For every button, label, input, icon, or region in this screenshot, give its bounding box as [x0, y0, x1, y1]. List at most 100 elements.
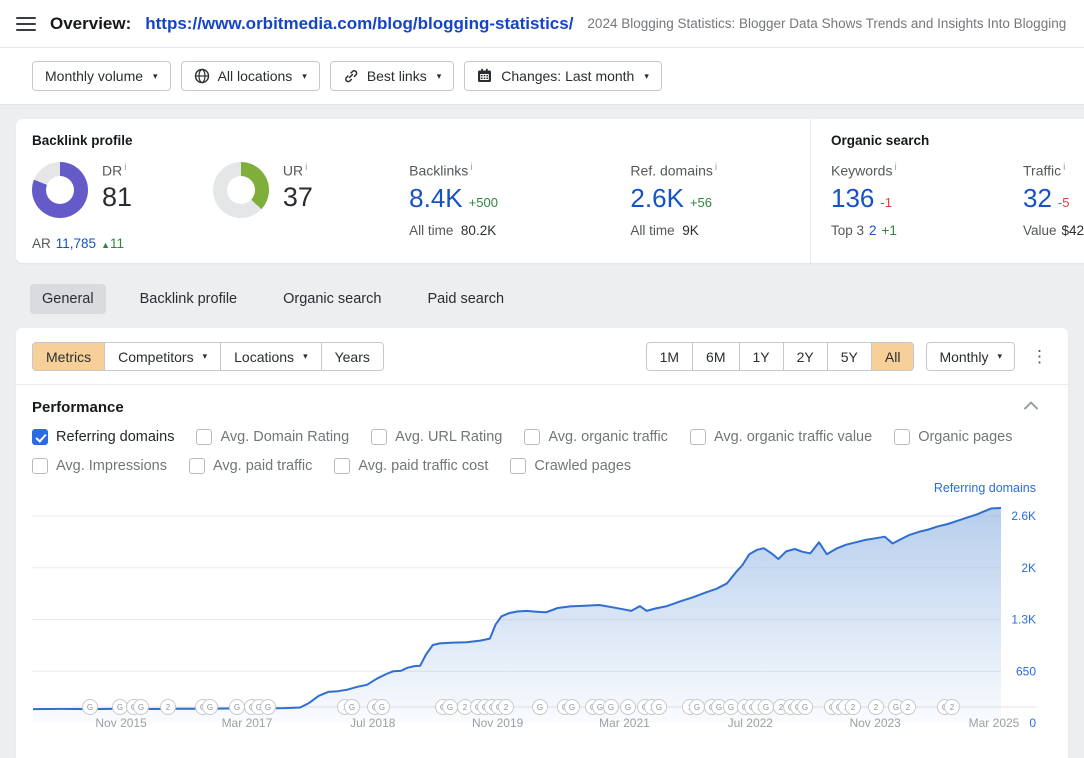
metric-checkbox-avg-paid-traffic-cost[interactable]: Avg. paid traffic cost: [334, 458, 488, 474]
info-icon[interactable]: i: [894, 162, 896, 173]
google-update-badge[interactable]: G: [261, 700, 276, 715]
info-icon[interactable]: i: [124, 162, 126, 173]
traffic-delta: -5: [1058, 195, 1070, 210]
google-update-badge[interactable]: G1G: [637, 700, 666, 715]
tab-backlink-profile[interactable]: Backlink profile: [128, 284, 250, 314]
google-update-badge[interactable]: G: [621, 700, 636, 715]
range-1m-button[interactable]: 1M: [646, 342, 693, 371]
google-update-badge[interactable]: G: [603, 700, 618, 715]
keywords-label: Keywords: [831, 163, 892, 179]
hamburger-menu-icon[interactable]: [16, 17, 36, 31]
dr-donut-chart: [32, 162, 88, 218]
monthly-volume-dropdown[interactable]: Monthly volume▾: [32, 61, 171, 91]
tab-general[interactable]: General: [30, 284, 106, 314]
top3-value[interactable]: 2: [869, 223, 877, 238]
google-update-badge[interactable]: GGG: [784, 700, 813, 715]
tab-paid-search[interactable]: Paid search: [415, 284, 516, 314]
range-5y-button[interactable]: 5Y: [827, 342, 872, 371]
metrics-button[interactable]: Metrics: [32, 342, 105, 371]
competitors-button[interactable]: Competitors▾: [104, 342, 221, 371]
metric-checkbox-avg-impressions[interactable]: Avg. Impressions: [32, 458, 167, 474]
google-update-badge[interactable]: 1G: [682, 700, 704, 715]
metric-checkbox-avg-organic-traffic-value[interactable]: Avg. organic traffic value: [690, 429, 872, 445]
performance-chart[interactable]: 06501.3K2K2.6KReferring domainsGGGG2GGGG…: [16, 483, 1068, 745]
best-links-dropdown[interactable]: Best links▾: [330, 61, 454, 91]
section-title: Organic search: [831, 133, 1084, 148]
google-update-badge[interactable]: GG: [126, 700, 148, 715]
google-update-badge[interactable]: G: [229, 700, 244, 715]
chevron-down-icon: ▾: [437, 71, 442, 82]
info-icon[interactable]: i: [715, 162, 717, 173]
info-icon[interactable]: i: [470, 162, 472, 173]
area-fill: [33, 508, 1001, 723]
section-title: Backlink profile: [32, 133, 794, 148]
google-update-badge[interactable]: G: [724, 700, 739, 715]
svg-text:G: G: [763, 703, 769, 712]
metric-checkbox-avg-url-rating[interactable]: Avg. URL Rating: [371, 429, 502, 445]
changes-last-month-dropdown[interactable]: Changes: Last month▾: [464, 61, 662, 91]
performance-title: Performance: [32, 399, 1052, 416]
range-1y-button[interactable]: 1Y: [739, 342, 784, 371]
all-locations-dropdown[interactable]: All locations▾: [181, 61, 320, 91]
checkbox-label: Crawled pages: [534, 458, 631, 474]
svg-text:2: 2: [906, 703, 911, 712]
checkbox-label: Avg. paid traffic cost: [358, 458, 488, 474]
metric-checkbox-avg-domain-rating[interactable]: Avg. Domain Rating: [196, 429, 349, 445]
google-update-badge[interactable]: GG: [436, 700, 458, 715]
range-2y-button[interactable]: 2Y: [783, 342, 828, 371]
ur-value: 37: [283, 182, 313, 213]
metric-checkbox-avg-organic-traffic[interactable]: Avg. organic traffic: [524, 429, 668, 445]
ur-label: UR: [283, 163, 303, 179]
svg-text:G: G: [625, 703, 631, 712]
backlinks-metric: Backlinksi 8.4K+500 All time 80.2K: [409, 162, 630, 238]
alltime-label: All time: [409, 223, 453, 238]
backlinks-value[interactable]: 8.4K: [409, 183, 463, 214]
google-update-badge[interactable]: 1G: [337, 700, 359, 715]
ar-value[interactable]: 11,785: [56, 236, 96, 251]
section-tabs: General Backlink profile Organic search Pai…: [30, 284, 1068, 314]
svg-text:2: 2: [874, 703, 879, 712]
chevron-down-icon: ▾: [302, 71, 307, 82]
y-axis-tick-label: 650: [1016, 664, 1036, 678]
keywords-value[interactable]: 136: [831, 183, 874, 214]
google-update-badge[interactable]: GG: [367, 700, 389, 715]
range-all-button[interactable]: All: [871, 342, 915, 371]
info-icon[interactable]: i: [1063, 162, 1065, 173]
target-url-link[interactable]: https://www.orbitmedia.com/blog/blogging…: [145, 14, 573, 34]
top3-label: Top 3: [831, 223, 864, 238]
page-title: Overview:: [50, 14, 131, 34]
google-update-badge[interactable]: GG: [558, 700, 580, 715]
google-update-badge[interactable]: G: [113, 700, 128, 715]
checkbox-label: Avg. URL Rating: [395, 429, 502, 445]
range-6m-button[interactable]: 6M: [692, 342, 739, 371]
kebab-menu-icon[interactable]: ⋮: [1027, 347, 1052, 367]
google-update-badge[interactable]: 2: [869, 700, 884, 715]
traffic-value[interactable]: 32: [1023, 183, 1052, 214]
info-icon[interactable]: i: [305, 162, 307, 173]
google-update-badge[interactable]: GG: [195, 700, 217, 715]
svg-text:G: G: [893, 703, 899, 712]
up-arrow-icon: ▲: [101, 240, 110, 250]
svg-text:G: G: [569, 703, 575, 712]
google-update-badge[interactable]: G2: [937, 700, 959, 715]
metric-checkbox-organic-pages[interactable]: Organic pages: [894, 429, 1012, 445]
google-update-badge[interactable]: GG12: [824, 700, 860, 715]
metric-checkbox-referring-domains[interactable]: Referring domains: [32, 429, 174, 445]
google-update-badge[interactable]: G: [83, 700, 98, 715]
metric-checkbox-crawled-pages[interactable]: Crawled pages: [510, 458, 631, 474]
metric-checkbox-avg-paid-traffic[interactable]: Avg. paid traffic: [189, 458, 312, 474]
value-label: Value: [1023, 223, 1057, 238]
google-update-badge[interactable]: GG1G: [737, 700, 773, 715]
granularity-dropdown[interactable]: Monthly▾: [926, 342, 1015, 371]
google-update-badge[interactable]: G: [533, 700, 548, 715]
years-button[interactable]: Years: [321, 342, 384, 371]
google-update-badge[interactable]: 2: [900, 700, 915, 715]
ref-domains-value[interactable]: 2.6K: [630, 183, 684, 214]
google-update-badge[interactable]: GGGG2: [470, 700, 513, 715]
x-axis-tick-label: Nov 2023: [849, 716, 901, 730]
google-update-badge[interactable]: 2: [161, 700, 176, 715]
ur-metric: URi 37: [213, 162, 409, 238]
locations-button[interactable]: Locations▾: [220, 342, 321, 371]
tab-organic-search[interactable]: Organic search: [271, 284, 393, 314]
collapse-chevron-up-icon[interactable]: [1024, 397, 1038, 415]
